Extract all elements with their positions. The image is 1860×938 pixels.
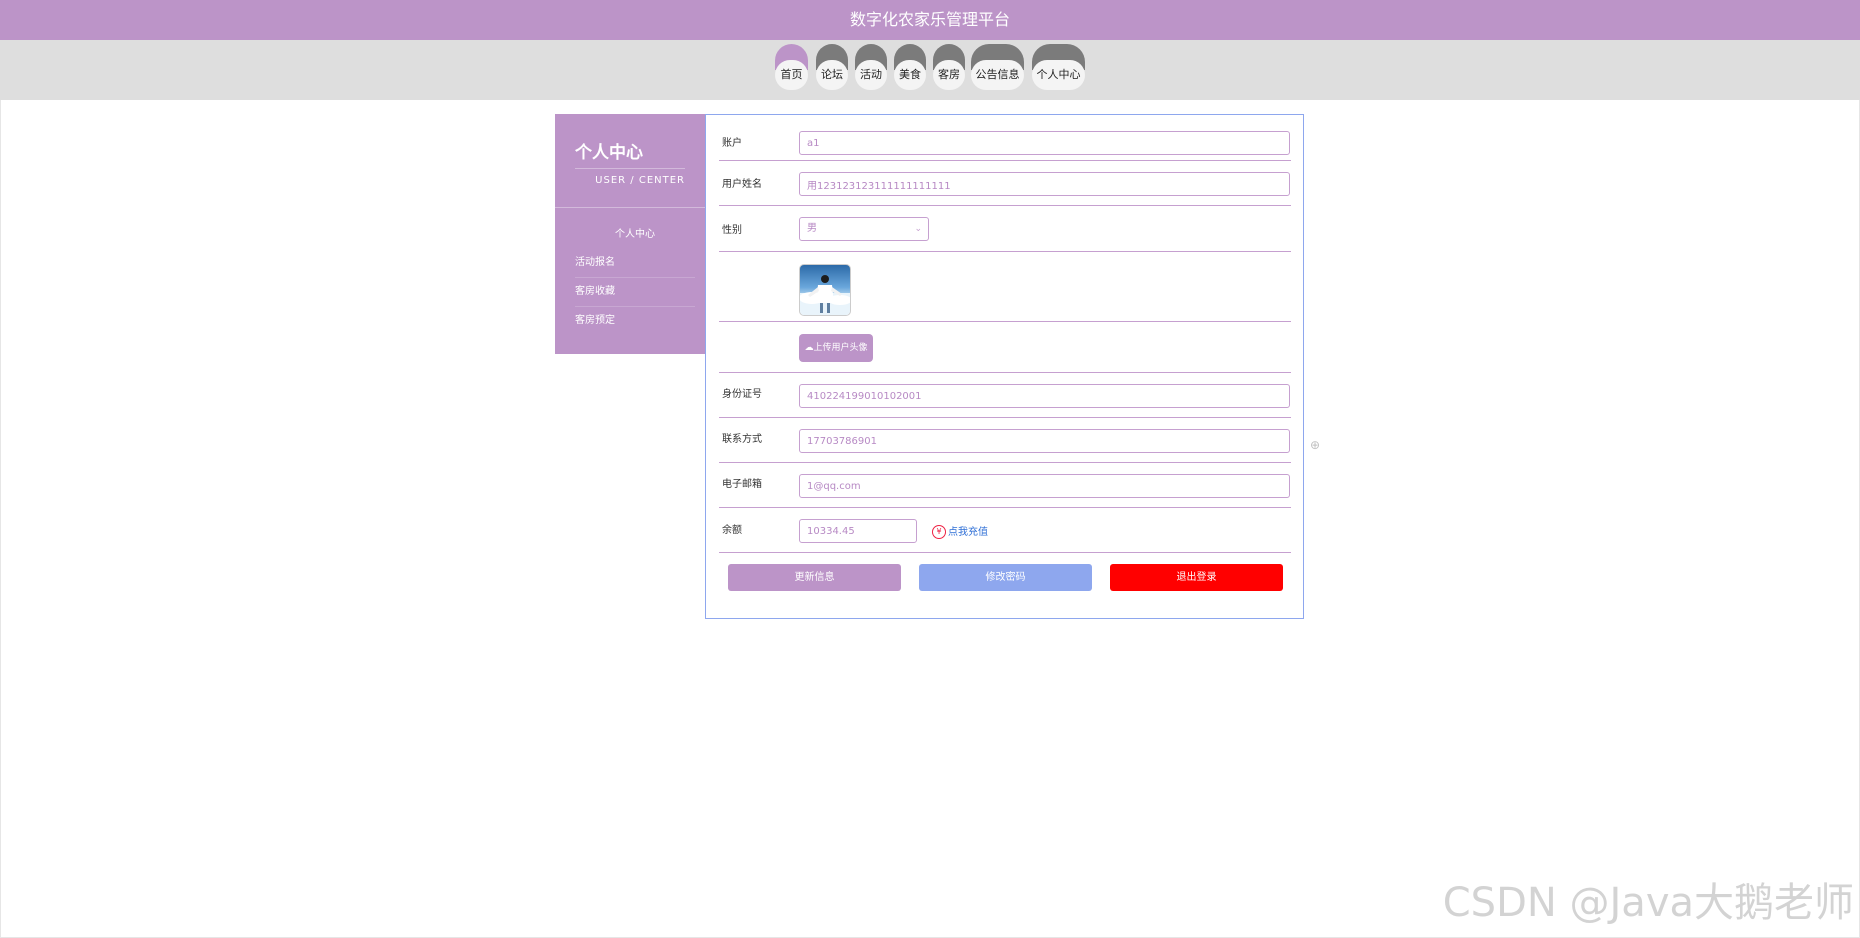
- phone-input[interactable]: [799, 429, 1290, 453]
- balance-label: 余额: [722, 525, 742, 536]
- email-input[interactable]: [799, 474, 1290, 498]
- user-center-sidebar: 个人中心 USER / CENTER 个人中心 活动报名 客房收藏 客房预定: [555, 114, 705, 354]
- sidebar-subtitle: USER / CENTER: [575, 168, 685, 186]
- sidebar-item-room-favorites[interactable]: 客房收藏: [575, 278, 695, 307]
- main-nav: 首页 论坛 活动 美食 客房 公告信息 个人中心: [0, 40, 1860, 100]
- sidebar-item-user-center[interactable]: 个人中心: [575, 221, 695, 249]
- form-row-name: 用户姓名: [719, 161, 1291, 206]
- form-row-phone: 联系方式: [719, 418, 1291, 463]
- name-label: 用户姓名: [722, 179, 762, 190]
- resize-handle-icon[interactable]: ⊕: [1310, 438, 1320, 452]
- profile-form: 账户 用户姓名 性别 男 ⌄ ☁: [705, 114, 1304, 619]
- chevron-down-icon: ⌄: [914, 224, 922, 234]
- watermark: CSDN @Java大鹅老师: [1442, 880, 1854, 926]
- recharge-label: 点我充值: [948, 527, 988, 538]
- id-card-input[interactable]: [799, 384, 1290, 408]
- form-row-account: 账户: [719, 125, 1291, 161]
- phone-label: 联系方式: [722, 434, 762, 445]
- nav-item-user-center[interactable]: 个人中心: [1032, 44, 1085, 90]
- nav-item-home[interactable]: 首页: [775, 44, 808, 90]
- gender-label: 性别: [722, 225, 742, 236]
- name-input[interactable]: [799, 172, 1290, 196]
- upload-avatar-button[interactable]: ☁上传用户头像: [799, 334, 873, 362]
- nav-label: 活动: [855, 60, 887, 90]
- form-row-id-card: 身份证号: [719, 373, 1291, 418]
- logout-button[interactable]: 退出登录: [1110, 564, 1283, 591]
- nav-label: 首页: [775, 60, 808, 90]
- gender-select[interactable]: 男 ⌄: [799, 217, 929, 241]
- nav-item-food[interactable]: 美食: [894, 44, 926, 90]
- form-row-gender: 性别 男 ⌄: [719, 206, 1291, 252]
- site-header: 数字化农家乐管理平台: [0, 0, 1860, 40]
- gender-value: 男: [807, 223, 817, 234]
- site-title: 数字化农家乐管理平台: [849, 10, 1010, 29]
- nav-item-announcements[interactable]: 公告信息: [971, 44, 1024, 90]
- recharge-link[interactable]: ¥ 点我充值: [932, 523, 988, 539]
- nav-item-activity[interactable]: 活动: [855, 44, 887, 90]
- balance-input[interactable]: [799, 519, 917, 543]
- nav-label: 客房: [933, 60, 965, 90]
- avatar-image: [800, 275, 850, 315]
- change-password-button[interactable]: 修改密码: [919, 564, 1092, 591]
- sidebar-item-room-booking[interactable]: 客房预定: [575, 307, 695, 335]
- form-row-upload: ☁上传用户头像: [719, 322, 1291, 373]
- account-label: 账户: [722, 138, 742, 149]
- nav-item-rooms[interactable]: 客房: [933, 44, 965, 90]
- nav-item-forum[interactable]: 论坛: [816, 44, 848, 90]
- form-row-balance: 余额 ¥点我充值: [719, 508, 1291, 553]
- account-input[interactable]: [799, 131, 1290, 155]
- user-avatar: [799, 264, 851, 316]
- update-info-button[interactable]: 更新信息: [728, 564, 901, 591]
- nav-label: 美食: [894, 60, 926, 90]
- nav-label: 个人中心: [1032, 60, 1085, 90]
- nav-label: 论坛: [816, 60, 848, 90]
- sidebar-item-activity-signup[interactable]: 活动报名: [575, 249, 695, 278]
- nav-label: 公告信息: [971, 60, 1024, 90]
- email-label: 电子邮箱: [722, 479, 762, 490]
- yen-icon: ¥: [932, 525, 946, 539]
- id-card-label: 身份证号: [722, 389, 762, 400]
- upload-avatar-label: 上传用户头像: [813, 343, 868, 353]
- sidebar-title: 个人中心: [575, 143, 643, 163]
- form-row-email: 电子邮箱: [719, 463, 1291, 508]
- form-row-avatar: [719, 252, 1291, 322]
- sidebar-divider: [555, 207, 705, 208]
